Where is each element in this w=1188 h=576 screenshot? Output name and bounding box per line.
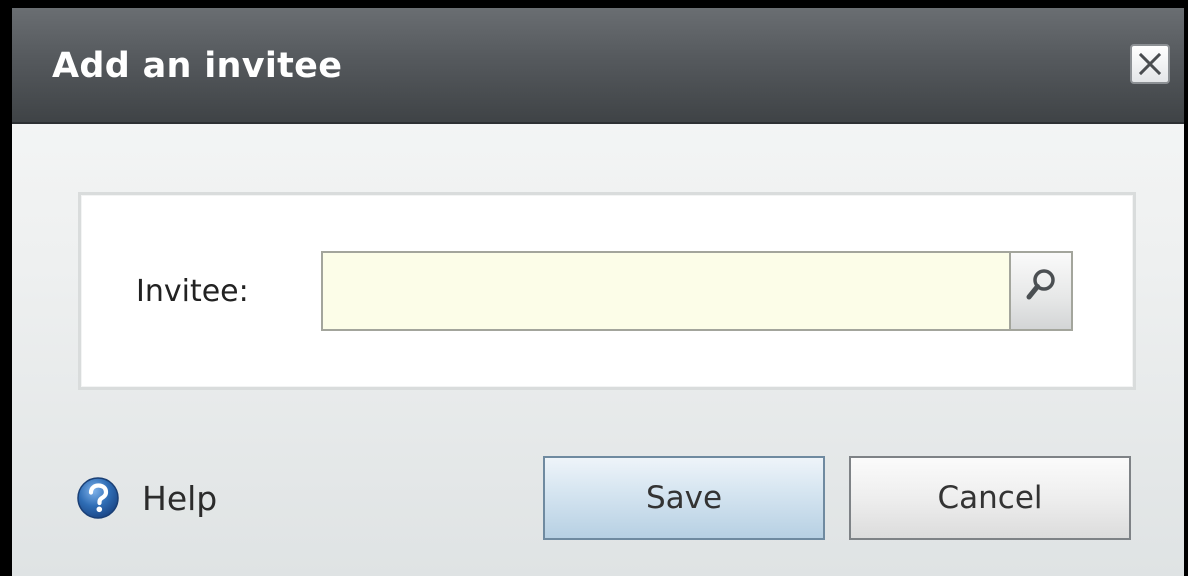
invitee-form-panel: Invitee: (78, 192, 1136, 390)
magnifier-icon (1026, 269, 1055, 300)
invitee-search-button[interactable] (1009, 251, 1073, 331)
close-icon (1138, 52, 1162, 76)
add-invitee-dialog: Add an invitee Invitee: Help Save Cancel (0, 0, 1188, 576)
help-label: Help (142, 478, 218, 518)
dialog-titlebar: Add an invitee (12, 8, 1184, 124)
close-button[interactable] (1130, 44, 1170, 84)
invitee-label: Invitee: (136, 274, 249, 309)
help-link[interactable]: Help (76, 476, 217, 520)
question-circle-icon (77, 477, 119, 519)
dialog-title: Add an invitee (52, 46, 343, 86)
cancel-button[interactable]: Cancel (849, 456, 1131, 540)
save-button[interactable]: Save (543, 456, 825, 540)
invitee-input[interactable] (321, 251, 1009, 331)
